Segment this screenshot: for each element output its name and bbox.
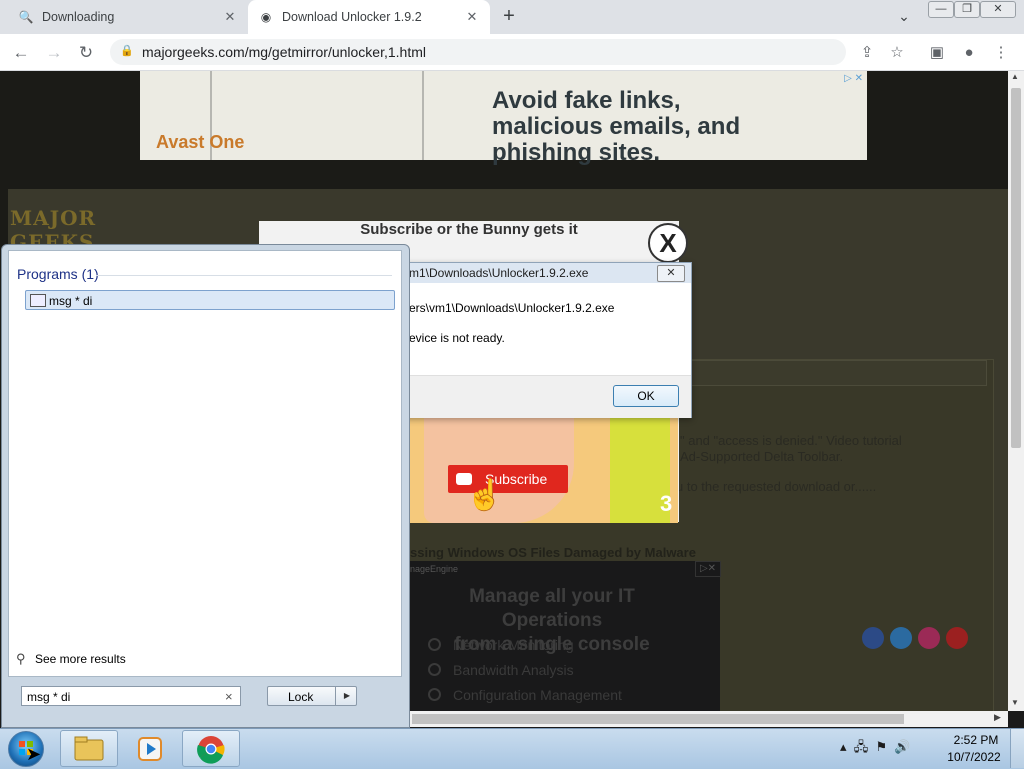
scroll-down-arrow-icon[interactable]: ▼	[1011, 698, 1019, 707]
reload-icon[interactable]: ↻	[75, 42, 97, 64]
lock-button-label[interactable]: Lock	[288, 690, 313, 704]
program-result-label[interactable]: msg * di	[49, 294, 92, 308]
dialog-title: m1\Downloads\Unlocker1.9.2.exe	[409, 266, 589, 280]
close-tab-icon[interactable]: ✕	[222, 9, 238, 25]
taskbar-media-player-button[interactable]	[122, 730, 180, 767]
social-links	[862, 627, 974, 652]
search-favicon-icon: 🔍	[18, 10, 34, 24]
magnifier-icon: ⚲	[16, 651, 26, 666]
chrome-icon	[197, 736, 225, 764]
power-options-arrow-icon[interactable]: ▶	[335, 686, 358, 706]
clear-search-icon[interactable]: ×	[225, 689, 233, 704]
programs-header: Programs (1)	[17, 266, 99, 282]
divider	[96, 275, 392, 276]
taskbar-explorer-button[interactable]	[60, 730, 118, 767]
profile-avatar-icon[interactable]: ●	[960, 44, 978, 62]
scroll-right-arrow-icon[interactable]: ▶	[994, 712, 1001, 723]
twitter-icon[interactable]	[890, 627, 912, 649]
start-search-value[interactable]: msg * di	[27, 690, 70, 704]
majorgeeks-favicon-icon: ◉	[260, 10, 272, 24]
ad-option: Configuration Management	[428, 687, 622, 703]
ad-vendor: nageEngine	[410, 564, 459, 574]
banner-ad[interactable]: Avoid fake links, malicious emails, and …	[140, 71, 867, 166]
radio-circle-icon	[428, 663, 441, 676]
ok-button[interactable]: OK	[613, 385, 679, 407]
ad-option: Bandwidth Analysis	[428, 662, 574, 678]
lock-icon[interactable]: 🔒	[120, 44, 134, 58]
ad-option-label: Bandwidth Analysis	[453, 662, 574, 678]
hand-pointer-icon: ☝	[466, 479, 504, 512]
popup-title: Subscribe or the Bunny gets it	[360, 221, 578, 238]
console-app-icon	[30, 294, 46, 307]
forward-arrow-icon[interactable]: →	[43, 42, 65, 64]
ad-headline: Avoid fake links, malicious emails, and …	[492, 87, 741, 166]
menu-kebab-icon[interactable]: ⋮	[992, 44, 1010, 62]
tab-downloading[interactable]: 🔍 Downloading ✕	[8, 0, 248, 34]
ad-option: Network Monitoring	[428, 637, 574, 653]
tab-search-chevron-icon[interactable]: ⌄	[894, 8, 914, 26]
side-panel-icon[interactable]: ▣	[928, 44, 946, 62]
restore-button[interactable]: ❐	[954, 1, 980, 18]
popup-close-button[interactable]: X	[648, 223, 688, 263]
error-dialog: m1\Downloads\Unlocker1.9.2.exe ✕ ers\vm1…	[400, 262, 692, 418]
see-more-results-link[interactable]: See more results	[35, 652, 126, 666]
site-search-field[interactable]	[660, 360, 987, 386]
dialog-titlebar[interactable]: m1\Downloads\Unlocker1.9.2.exe ✕	[401, 263, 691, 283]
article-more-text: u to the requested download or......	[676, 479, 877, 494]
ad-option-label: Network Monitoring	[453, 637, 574, 653]
show-hidden-icons-icon[interactable]: ▴	[840, 739, 847, 754]
media-player-icon	[138, 737, 162, 761]
volume-icon[interactable]: 🔊	[894, 739, 910, 754]
countdown-number: 3	[660, 491, 673, 516]
site-logo[interactable]: MAJOR GEEKS	[10, 206, 170, 254]
bookmark-star-icon[interactable]: ☆	[888, 44, 906, 62]
ad-choices-icon[interactable]: ▷ ✕	[844, 73, 863, 84]
radio-circle-icon	[428, 688, 441, 701]
clock-time[interactable]: 2:52 PM	[952, 733, 1000, 747]
dialog-file-path: ers\vm1\Downloads\Unlocker1.9.2.exe	[409, 301, 615, 315]
youtube-icon[interactable]	[946, 627, 968, 649]
ad-brand: Avast One	[156, 132, 245, 152]
vertical-scroll-thumb[interactable]	[1011, 88, 1021, 448]
horizontal-scroll-thumb[interactable]	[412, 714, 904, 724]
system-tray: ▴ 🖧 ⚑ 🔊	[840, 738, 911, 760]
back-arrow-icon[interactable]: ←	[10, 42, 32, 64]
instagram-icon[interactable]	[918, 627, 940, 649]
it-operations-ad[interactable]: nageEngine ▷✕ Manage all your IT Operati…	[410, 561, 721, 711]
ad-headline-line: Manage all your IT Operations	[469, 586, 635, 631]
article-text: " and "access is denied." Video tutorial…	[680, 433, 980, 465]
action-center-flag-icon[interactable]: ⚑	[876, 739, 888, 754]
mouse-pointer-icon: ➤	[26, 744, 42, 764]
show-desktop-button[interactable]	[1010, 729, 1024, 768]
close-window-button[interactable]: ✕	[980, 1, 1016, 18]
network-icon[interactable]: 🖧	[854, 739, 869, 754]
clock-date[interactable]: 10/7/2022	[944, 750, 1004, 764]
share-icon[interactable]: ⇪	[858, 44, 876, 62]
new-tab-button[interactable]: +	[498, 6, 520, 28]
taskbar-chrome-button[interactable]	[182, 730, 240, 767]
radio-circle-icon	[428, 638, 441, 651]
related-article-title[interactable]: ssing Windows OS Files Damaged by Malwar…	[410, 545, 696, 560]
facebook-icon[interactable]	[862, 627, 884, 649]
ad-option-label: Configuration Management	[453, 687, 622, 703]
start-menu-results	[8, 250, 402, 677]
tab-title: Downloading	[42, 10, 115, 24]
minimize-button[interactable]: —	[928, 1, 954, 18]
close-tab-icon[interactable]: ✕	[464, 9, 480, 25]
article-line: Ad-Supported Delta Toolbar.	[680, 449, 844, 464]
dialog-close-icon[interactable]: ✕	[657, 265, 685, 282]
url-text[interactable]: majorgeeks.com/mg/getmirror/unlocker,1.h…	[142, 44, 426, 60]
scroll-up-arrow-icon[interactable]: ▲	[1011, 72, 1019, 81]
folder-icon	[74, 736, 104, 761]
tab-title: Download Unlocker 1.9.2	[282, 10, 422, 24]
dialog-message: evice is not ready.	[409, 331, 505, 345]
ad-close-icon[interactable]: ▷✕	[695, 561, 721, 577]
article-line: " and "access is denied." Video tutorial	[680, 433, 902, 448]
tab-download-unlocker[interactable]: ◉ Download Unlocker 1.9.2 ✕	[248, 0, 490, 34]
